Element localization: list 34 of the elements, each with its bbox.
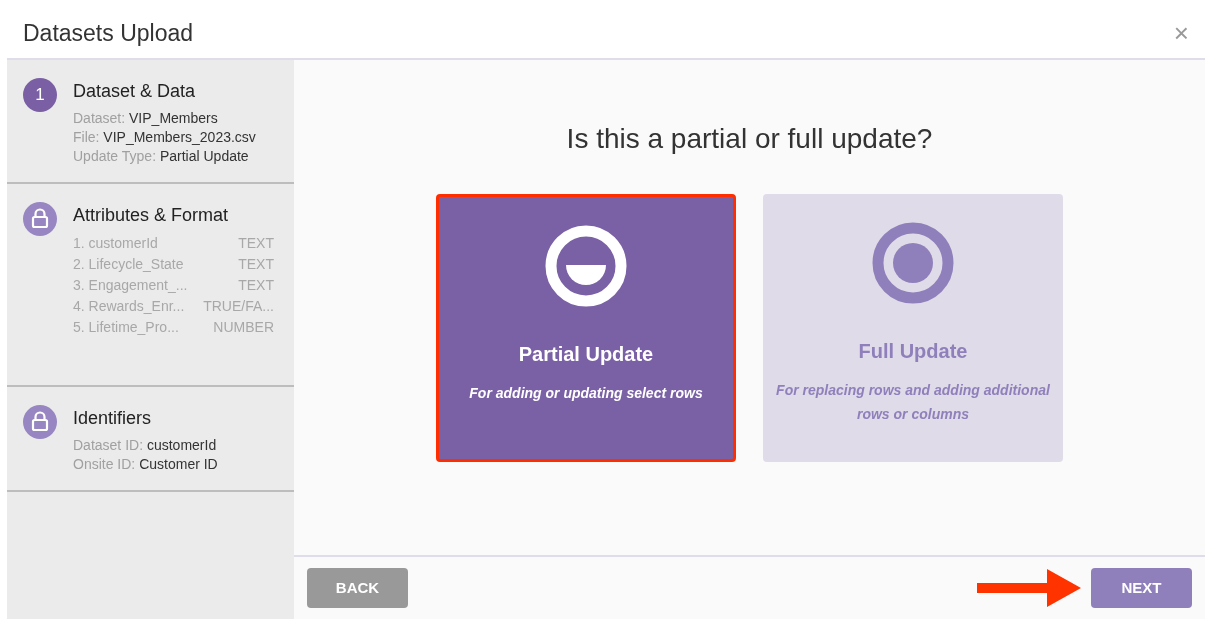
step-detail: Update Type: Partial Update <box>73 147 250 166</box>
step-detail: File: VIP_Members_2023.csv <box>73 128 257 147</box>
lock-icon <box>23 405 57 439</box>
question-heading: Is this a partial or full update? <box>566 122 933 156</box>
attribute-type: TRUE/FA... <box>203 297 274 316</box>
step-detail: Dataset ID: customerId <box>73 436 218 455</box>
update-option-card[interactable]: Full Update For replacing rows and adding additional rows or columns <box>763 194 1063 462</box>
attribute-name: 1. customerId <box>73 234 158 253</box>
step-title: Dataset & Data <box>73 80 197 103</box>
step-detail: Dataset: VIP_Members <box>73 109 219 128</box>
window-title: Datasets Upload <box>23 18 194 48</box>
attribute-name: 2. Lifecycle_State <box>73 255 184 274</box>
step-detail: Onsite ID: Customer ID <box>73 455 219 474</box>
attribute-name: 5. Lifetime_Pro... <box>73 318 179 337</box>
attribute-type: NUMBER <box>213 318 274 337</box>
attribute-name: 3. Engagement_... <box>73 276 188 295</box>
option-description: For adding or updating select rows <box>468 384 704 403</box>
close-button[interactable]: × <box>1173 20 1189 46</box>
option-title: Full Update <box>858 339 968 364</box>
attribute-type: TEXT <box>238 255 274 274</box>
half-circle-icon <box>545 225 627 307</box>
next-button[interactable]: NEXT <box>1091 568 1192 608</box>
back-button[interactable]: BACK <box>307 568 408 608</box>
step-title: Attributes & Format <box>73 204 230 227</box>
step-number-badge: 1 <box>23 78 57 112</box>
attribute-name: 4. Rewards_Enr... <box>73 297 185 316</box>
option-description: For replacing rows and adding additional rows or columns <box>775 381 1051 424</box>
attribute-type: TEXT <box>238 276 274 295</box>
target-circle-icon <box>872 222 954 304</box>
attribute-type: TEXT <box>238 234 274 253</box>
option-title: Partial Update <box>518 342 654 367</box>
update-option-card[interactable]: Partial Update For adding or updating select rows <box>436 194 736 462</box>
lock-icon <box>23 202 57 236</box>
step-title: Identifiers <box>73 407 153 430</box>
